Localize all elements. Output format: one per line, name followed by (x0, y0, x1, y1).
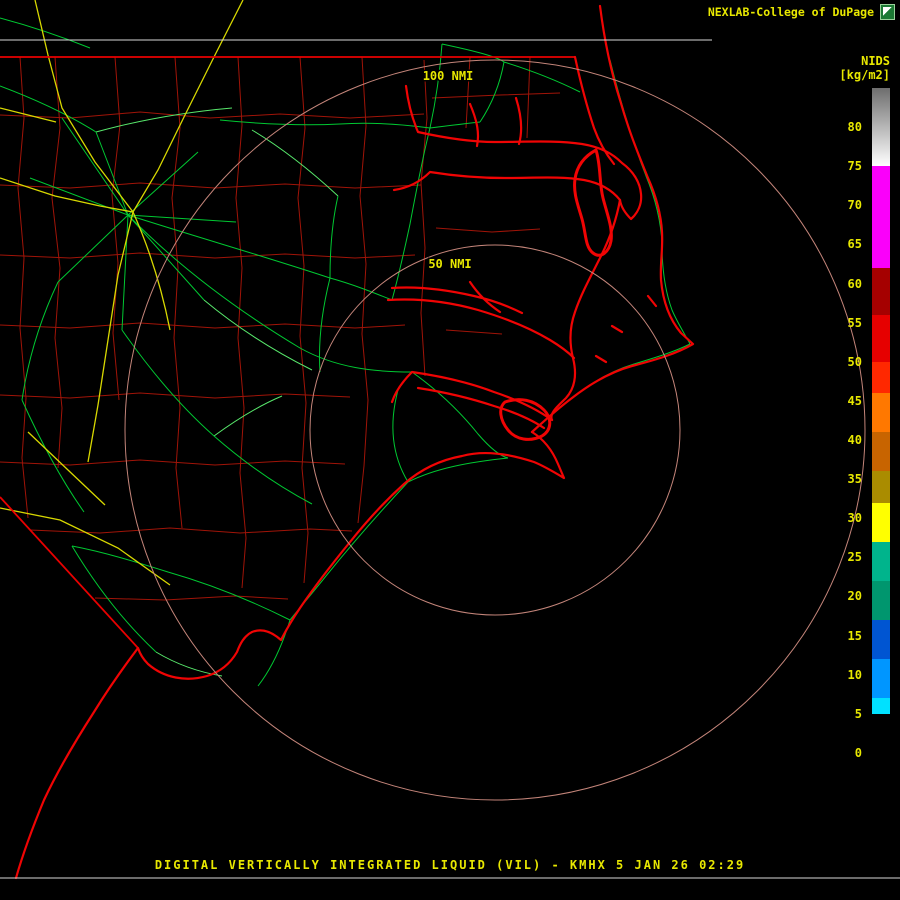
colorbar-tick-label: 25 (847, 550, 862, 565)
product-title: DIGITAL VERTICALLY INTEGRATED LIQUID (VI… (154, 858, 746, 872)
colorbar-segment (872, 502, 890, 542)
colorbar-tick-label: 50 (847, 354, 862, 369)
state-borders (0, 56, 575, 649)
colorbar-segment (872, 541, 890, 581)
range-ring (309, 244, 681, 616)
range-rings: 50 NMI 100 NMI (124, 59, 866, 801)
county-borders (0, 56, 561, 601)
colorbar-tick-label: 55 (847, 315, 862, 330)
colorbar-tick-label: 15 (847, 628, 862, 643)
colorbar-tick-label: 40 (847, 433, 862, 447)
range-ring-label: 100 NMI (423, 69, 474, 83)
colorbar-tick-label: 60 (847, 276, 862, 291)
colorbar-tick-label: 35 (847, 472, 862, 487)
colorbar-tick-label: 5 (854, 706, 862, 721)
colorbar-segment (872, 314, 890, 362)
colorbar-tick-label: 20 (847, 589, 862, 604)
colorbar (872, 0, 890, 900)
colorbar-segment (872, 166, 890, 268)
range-ring (124, 59, 866, 801)
coastline (14, 4, 695, 880)
colorbar-tick-label: 0 (854, 745, 862, 760)
colorbar-segment (872, 432, 890, 472)
secondary-road-network (95, 107, 339, 677)
colorbar-tick-label: 70 (847, 198, 862, 213)
colorbar-tick-labels: 80 75 70 65 60 55 50 45 40 35 30 25 20 15 10 5 0 (838, 0, 866, 900)
colorbar-segment (872, 88, 890, 167)
colorbar-segment (872, 580, 890, 620)
colorbar-segment (872, 698, 890, 714)
radar-map: 50 NMI 100 NMI (0, 0, 900, 880)
colorbar-tick-label: 80 (847, 120, 862, 135)
colorbar-segment (872, 659, 890, 699)
colorbar-segment (872, 713, 890, 792)
colorbar-segment (872, 361, 890, 394)
colorbar-tick-label: 45 (847, 393, 862, 408)
colorbar-tick-label: 30 (847, 511, 862, 526)
highway-network (0, 0, 244, 586)
colorbar-segment (872, 393, 890, 433)
colorbar-segment (872, 267, 890, 315)
colorbar-segment (872, 619, 890, 660)
colorbar-tick-label: 75 (847, 159, 862, 174)
colorbar-tick-label: 10 (847, 667, 862, 682)
range-ring-label: 50 NMI (428, 257, 471, 271)
colorbar-tick-label: 65 (847, 237, 862, 252)
colorbar-segment (872, 471, 890, 503)
